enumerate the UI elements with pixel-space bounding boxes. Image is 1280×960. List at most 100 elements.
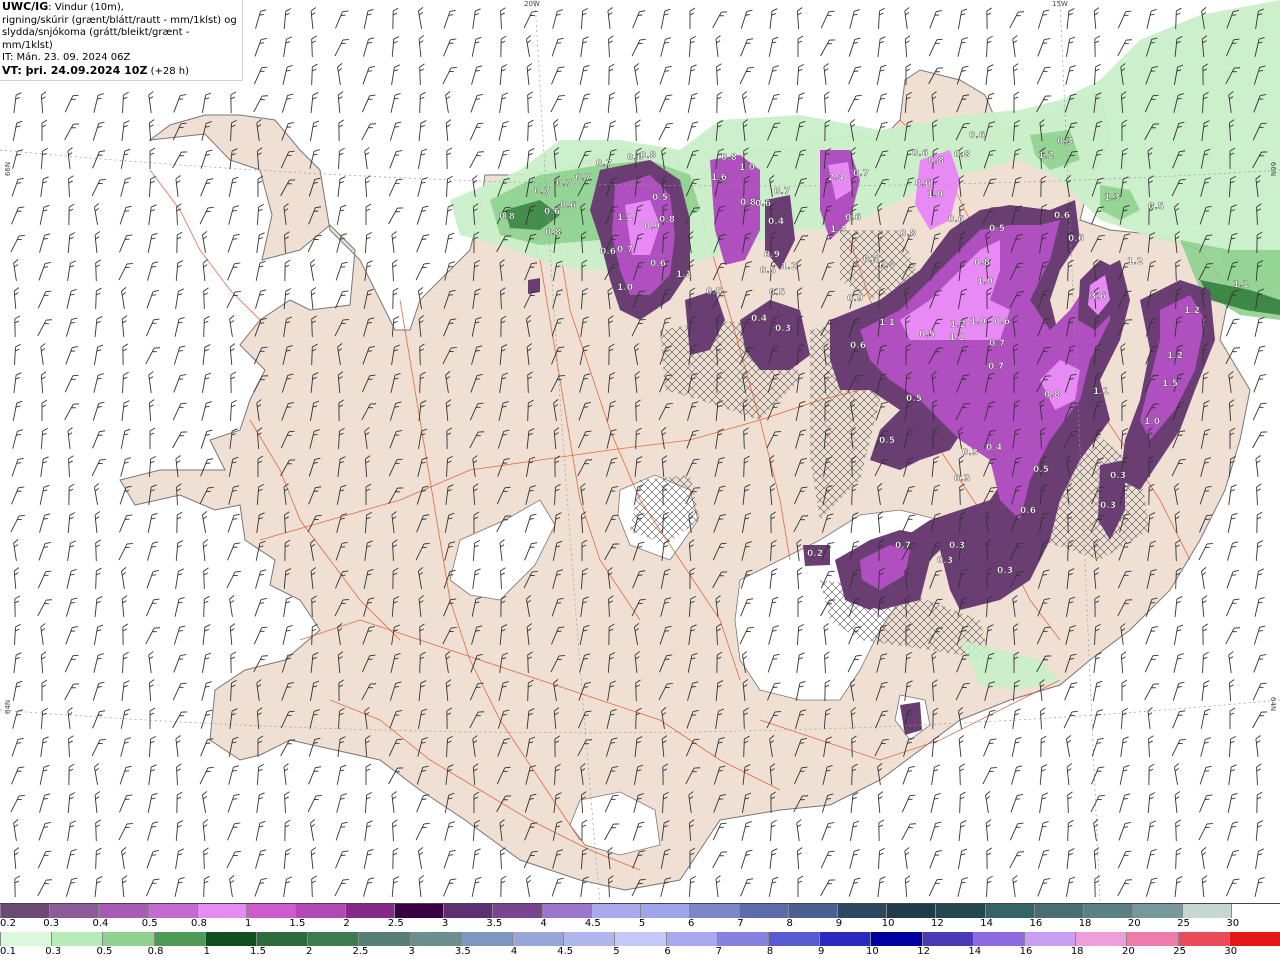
scale-swatch — [1132, 904, 1182, 918]
map-header: UWC/IG: Vindur (10m), rigning/skúrir (gr… — [0, 0, 243, 81]
precip-value-label: 0.4 — [986, 443, 1002, 453]
scale-tick-label: 2.5 — [387, 918, 404, 929]
scale-tick-label: 0.3 — [45, 946, 62, 957]
scale-swatch — [246, 904, 296, 918]
precip-value-label: 0.6 — [948, 215, 964, 225]
precip-value-label: 0.4 — [768, 217, 784, 227]
precip-value-label: 0.6 — [850, 341, 866, 351]
scale-tick-label: 6 — [688, 918, 695, 929]
precip-value-label: 1.0 — [1144, 417, 1160, 427]
scale-tick-label: 9 — [835, 918, 843, 929]
precip-value-label: 1.5 — [1162, 379, 1178, 389]
precip-value-label: 0.8 — [974, 258, 990, 268]
precip-value-label: 0.5 — [879, 436, 895, 446]
model-title: UWC/IG — [2, 0, 49, 13]
precip-value-label: 1.1 — [617, 213, 633, 223]
precip-value-label: 1.2 — [1184, 306, 1200, 316]
precip-value-label: 0.3 — [1100, 501, 1116, 511]
precip-value-label: 1.2 — [1038, 151, 1054, 161]
scale-tick-label: 5 — [613, 946, 620, 957]
scale-tick-label: 4.5 — [557, 946, 574, 957]
precip-value-label: 0.8 — [499, 212, 515, 222]
precip-value-label: 0.7 — [774, 187, 790, 197]
precip-value-label: 0.8 — [954, 150, 970, 160]
precip-value-label: 0.6 — [544, 207, 560, 217]
precip-value-label: 1.2 — [1127, 257, 1143, 267]
title-rest: : Vindur (10m), — [48, 2, 124, 13]
scale-tick-label: 0.4 — [92, 918, 109, 929]
scale-swatch — [1181, 904, 1231, 918]
scale-tick-label: 1 — [244, 918, 252, 929]
scale-swatch — [640, 904, 690, 918]
scale-tick-label: 30 — [1224, 946, 1238, 957]
precip-value-label: 0.8 — [1044, 390, 1060, 400]
scale-swatch — [492, 904, 542, 918]
scale-tick-label: 1.5 — [250, 946, 266, 957]
scale-swatch — [590, 904, 641, 918]
scale-tick-label: 16 — [1029, 918, 1043, 929]
precip-value-label: 0.8 — [740, 198, 756, 208]
precip-value-label: 0.6 — [1020, 506, 1036, 516]
scale-swatch — [738, 904, 788, 918]
precip-value-label: 0.8 — [721, 153, 737, 163]
scale-swatch — [1024, 932, 1076, 946]
snow-color-scale — [0, 903, 1280, 918]
scale-tick-label: 0.8 — [190, 918, 207, 929]
legend-desc-rain: rigning/skúrir (grænt/blátt/rautt - mm/1… — [2, 14, 237, 26]
scale-tick-label: 3.5 — [486, 918, 503, 929]
scale-tick-label: 4 — [510, 946, 518, 957]
scale-tick-label: 3 — [408, 946, 415, 957]
scale-tick-label: 2 — [306, 946, 313, 957]
scale-swatch — [0, 932, 52, 946]
precip-value-label: 0.3 — [949, 541, 965, 551]
valid-time: VT: þri. 24.09.2024 10Z — [2, 63, 148, 77]
precip-value-label: 0.6 — [650, 259, 666, 269]
scale-swatch — [768, 932, 820, 946]
scale-tick-label: 30 — [1226, 918, 1240, 929]
precip-value-label: 0.6 — [915, 179, 931, 189]
precip-value-label: 0.5 — [760, 266, 776, 276]
scale-swatch — [443, 904, 493, 918]
precip-value-label: 0.3 — [997, 566, 1013, 576]
precip-value-label: 0.7 — [556, 179, 572, 189]
precip-value-label: 0.5 — [769, 288, 785, 298]
precip-value-label: 0.6 — [994, 317, 1010, 327]
precip-value-label: 0.9 — [847, 294, 863, 304]
precip-value-label: 0.6 — [1054, 211, 1070, 221]
precip-value-label: 0.5 — [652, 193, 668, 203]
precip-value-label: 2.4 — [828, 173, 844, 183]
scale-swatch — [49, 904, 99, 918]
scale-tick-label: 10 — [866, 946, 879, 957]
precip-value-label: 3.6 — [1090, 292, 1106, 302]
precip-value-label: 0.5 — [1148, 202, 1164, 212]
scale-swatch — [1177, 932, 1229, 946]
precip-value-label: 1.1 — [676, 270, 692, 280]
scale-tick-label: 3 — [441, 918, 449, 929]
scale-swatch — [1228, 932, 1280, 946]
precip-value-label: 1.2 — [950, 320, 966, 330]
lat-label-64n-left: 64N — [4, 699, 13, 715]
scale-tick-label: 0.3 — [43, 918, 60, 929]
scale-swatch — [689, 904, 739, 918]
precip-value-label: 0.5 — [919, 330, 935, 340]
scale-swatch — [0, 904, 50, 918]
scale-tick-label: 2 — [343, 918, 350, 929]
precip-value-label: 1.0 — [977, 277, 993, 287]
precip-value-label: 0.5 — [989, 224, 1005, 234]
scale-swatch — [972, 932, 1025, 946]
rain-color-scale — [0, 932, 1280, 946]
scale-tick-label: 16 — [1019, 946, 1033, 957]
precip-value-label: 0.3 — [1110, 471, 1126, 481]
scale-tick-label: 0.8 — [147, 946, 164, 957]
precip-value-label: 1.0 — [739, 163, 755, 173]
precip-value-label: 0.7 — [989, 339, 1005, 349]
scale-swatch — [614, 932, 666, 946]
scale-tick-label: 14 — [980, 918, 993, 929]
scale-tick-label: 20 — [1127, 918, 1141, 929]
scale-tick-label: 4.5 — [584, 918, 601, 929]
precip-value-label: 0.3 — [775, 324, 791, 334]
precip-value-label: 0.7 — [617, 245, 633, 255]
scale-swatch — [153, 932, 205, 946]
precip-value-label: 0.6 — [600, 247, 616, 257]
precip-value-label: 1.1 — [781, 262, 797, 272]
